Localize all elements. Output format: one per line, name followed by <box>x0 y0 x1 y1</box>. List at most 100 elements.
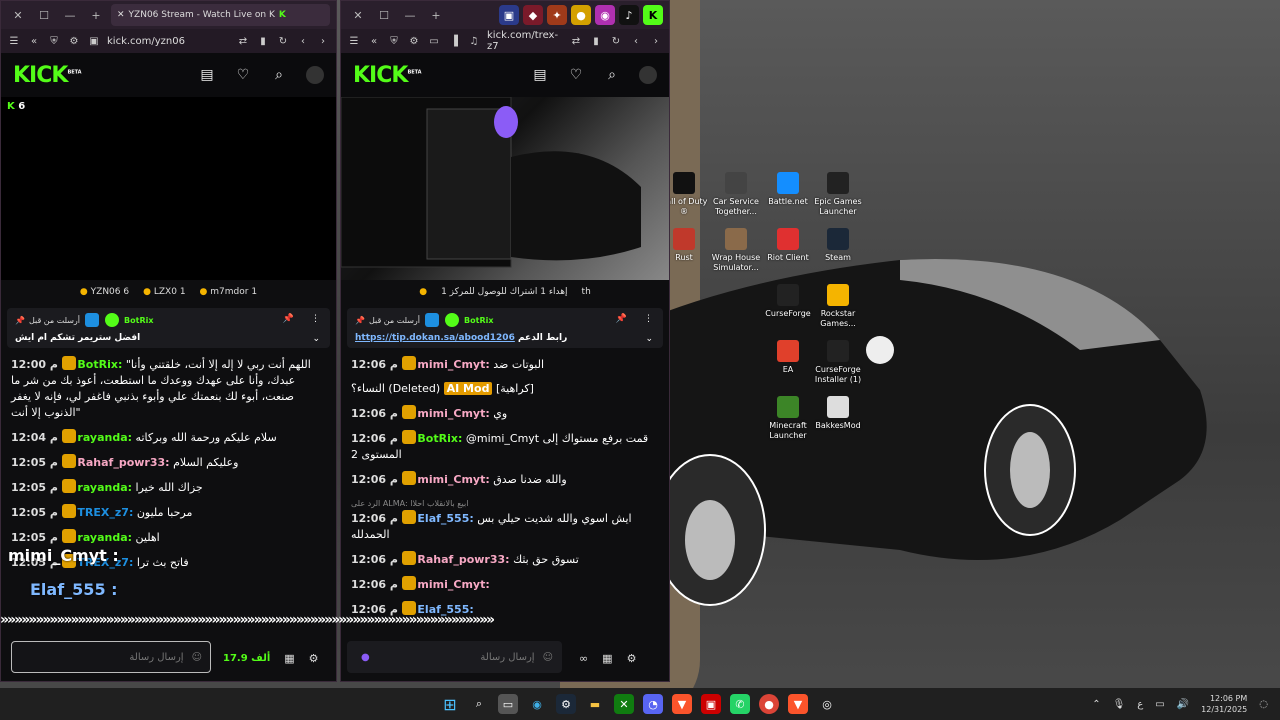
notifications-icon[interactable]: ◌ <box>1259 699 1268 710</box>
collapse-icon[interactable]: « <box>367 34 381 48</box>
desktop-icon[interactable]: Car Service Together... <box>708 172 764 217</box>
avatar[interactable] <box>639 66 657 84</box>
avatar[interactable] <box>306 66 324 84</box>
app-icon[interactable]: ▣ <box>701 694 721 714</box>
extensions-icon[interactable]: ⚙ <box>67 34 81 48</box>
tab-favicon-icon[interactable]: ◉ <box>595 5 615 25</box>
discord-icon[interactable]: ◔ <box>643 694 663 714</box>
kick-favicon-icon[interactable]: K <box>643 5 663 25</box>
kick-logo[interactable]: KICKBETA <box>353 63 513 88</box>
new-tab-icon[interactable]: + <box>85 5 107 25</box>
volume-icon[interactable]: 🔊 <box>1177 699 1189 710</box>
emoji-icon[interactable]: ☺ <box>543 652 553 663</box>
following-icon[interactable]: ▤ <box>198 67 216 83</box>
extensions-icon[interactable]: ⚙ <box>407 34 421 48</box>
desktop-icon[interactable]: Battle.net <box>760 172 816 207</box>
close-window-icon[interactable]: ✕ <box>7 5 29 25</box>
pinned-author[interactable]: BotRix <box>464 316 493 325</box>
message-username[interactable]: rayanda <box>77 431 127 444</box>
forward-icon[interactable]: › <box>649 34 663 48</box>
minimize-icon[interactable]: — <box>59 5 81 25</box>
translate-icon[interactable]: ⇄ <box>236 34 250 48</box>
chrome-icon[interactable]: ● <box>759 694 779 714</box>
camera-icon[interactable]: ▣ <box>87 34 101 48</box>
translate-icon[interactable]: ⇄ <box>569 34 583 48</box>
music-icon[interactable]: ♫ <box>467 34 481 48</box>
tiktok-icon[interactable]: ♪ <box>619 5 639 25</box>
task-view-icon[interactable]: ▭ <box>498 694 518 714</box>
collapse-icon[interactable]: « <box>27 34 41 48</box>
address-bar[interactable]: kick.com/yzn06 <box>107 36 230 47</box>
address-bar[interactable]: kick.com/trex-z7 <box>487 30 563 52</box>
new-tab-icon[interactable]: + <box>425 5 447 25</box>
pin-icon[interactable]: 📌 <box>616 314 627 324</box>
tab-favicon-icon[interactable]: ✦ <box>547 5 567 25</box>
pin-icon[interactable]: 📌 <box>283 314 294 324</box>
desktop-icon[interactable]: Minecraft Launcher <box>760 396 816 441</box>
mic-icon[interactable]: ● <box>361 652 370 663</box>
emoji-icon[interactable]: ☺ <box>192 652 202 663</box>
desktop-icon[interactable]: Riot Client <box>760 228 816 263</box>
network-icon[interactable]: ▭ <box>1155 699 1164 710</box>
message-username[interactable]: rayanda <box>77 531 127 544</box>
reload-icon[interactable]: ↻ <box>276 34 290 48</box>
steam-icon[interactable]: ⚙ <box>556 694 576 714</box>
whatsapp-icon[interactable]: ✆ <box>730 694 750 714</box>
message-username[interactable]: mimi_Cmyt <box>417 358 485 371</box>
pinned-link[interactable]: https://tip.dokan.sa/abood1206 <box>355 333 515 343</box>
mic-tray-icon[interactable]: 🎙 <box>1113 699 1126 710</box>
link-icon[interactable]: ∞ <box>579 652 588 665</box>
pinned-author[interactable]: BotRix <box>124 316 153 325</box>
close-window-icon[interactable]: ✕ <box>347 5 369 25</box>
bookmark-icon[interactable]: ▮ <box>256 34 270 48</box>
more-options-icon[interactable]: ⋮ <box>644 314 653 324</box>
start-icon[interactable]: ⊞ <box>440 694 460 714</box>
shield-icon[interactable]: ⛨ <box>387 34 401 48</box>
maximize-icon[interactable]: ☐ <box>33 5 55 25</box>
desktop-icon[interactable]: EA <box>760 340 816 375</box>
chevron-down-icon[interactable]: ⌄ <box>312 334 320 344</box>
chevron-down-icon[interactable]: ⌄ <box>645 334 653 344</box>
message-username[interactable]: TREX_z7 <box>77 506 129 519</box>
obs-icon[interactable]: ◎ <box>817 694 837 714</box>
following-icon[interactable]: ▤ <box>531 67 549 83</box>
message-username[interactable]: Rahaf_powr33 <box>77 456 165 469</box>
video-player[interactable]: K 6 <box>1 97 336 280</box>
tab-favicon-icon[interactable]: ◆ <box>523 5 543 25</box>
menu-icon[interactable]: ☰ <box>7 34 21 48</box>
chat-input[interactable]: ● إرسال رسالة ☺ <box>347 641 562 673</box>
heart-icon[interactable]: ♡ <box>234 67 252 83</box>
sidebar-icon[interactable]: ▐ <box>447 34 461 48</box>
forward-icon[interactable]: › <box>316 34 330 48</box>
message-username[interactable]: Elaf_555 <box>417 512 469 525</box>
xbox-icon[interactable]: ✕ <box>614 694 634 714</box>
tab-favicon-icon[interactable]: ● <box>571 5 591 25</box>
edge-icon[interactable]: ◉ <box>527 694 547 714</box>
message-username[interactable]: BotRix <box>77 358 118 371</box>
desktop-icon[interactable]: BakkesMod <box>810 396 866 431</box>
gift-icon[interactable]: ▦ <box>602 652 612 665</box>
language-indicator[interactable]: ع <box>1137 699 1143 710</box>
message-username[interactable]: mimi_Cmyt <box>417 407 485 420</box>
more-options-icon[interactable]: ⋮ <box>311 314 320 324</box>
chevron-up-icon[interactable]: ⌃ <box>1092 699 1100 710</box>
search-icon[interactable]: ⌕ <box>603 67 621 83</box>
shield-icon[interactable]: ⛨ <box>47 34 61 48</box>
settings-icon[interactable]: ⚙ <box>309 652 319 665</box>
desktop-icon[interactable]: Steam <box>810 228 866 263</box>
video-player[interactable] <box>341 97 669 280</box>
maximize-icon[interactable]: ☐ <box>373 5 395 25</box>
search-icon[interactable]: ⌕ <box>270 67 288 83</box>
brave-icon[interactable]: ▼ <box>672 694 692 714</box>
message-username[interactable]: mimi_Cmyt <box>417 578 485 591</box>
message-username[interactable]: mimi_Cmyt <box>417 473 485 486</box>
minimize-icon[interactable]: — <box>399 5 421 25</box>
bookmark-icon[interactable]: ▮ <box>589 34 603 48</box>
tab-favicon-icon[interactable]: ▣ <box>499 5 519 25</box>
channel-points[interactable]: 17.9 ألف <box>223 653 270 664</box>
reload-icon[interactable]: ↻ <box>609 34 623 48</box>
search-icon[interactable]: ⌕ <box>469 694 489 714</box>
desktop-icon[interactable]: Epic Games Launcher <box>810 172 866 217</box>
chat-input[interactable]: إرسال رسالة ☺ <box>11 641 211 673</box>
message-username[interactable]: BotRix <box>417 432 458 445</box>
